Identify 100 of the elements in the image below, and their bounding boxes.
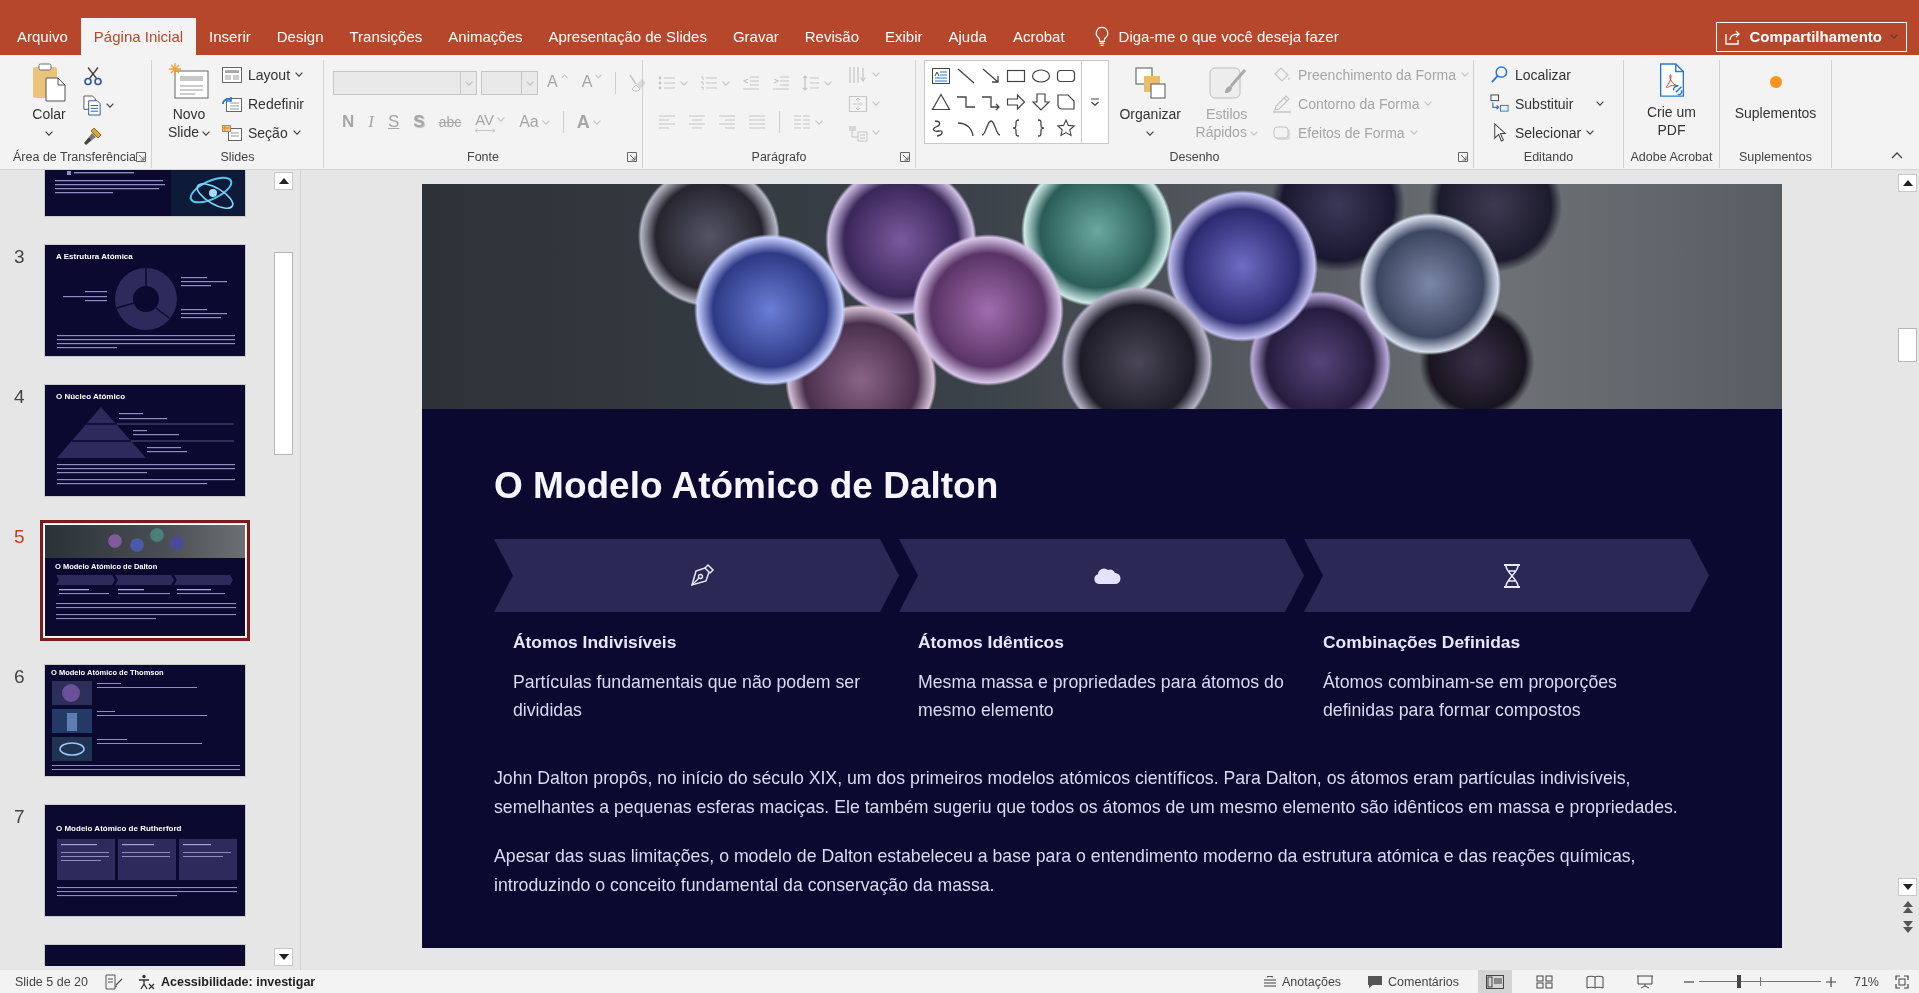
slide-thumbnail[interactable] (44, 170, 246, 217)
oval-icon[interactable] (1030, 67, 1051, 85)
shaded-box-icon (1272, 123, 1293, 142)
caret-up-icon[interactable] (1891, 152, 1903, 159)
indent-icon (772, 75, 790, 91)
dialog-launcher-icon[interactable] (1458, 152, 1468, 162)
slide-thumbnail[interactable]: A Estrutura Atómica (44, 244, 246, 357)
document-check-icon[interactable] (105, 973, 123, 990)
slide-number: 5 (14, 526, 25, 548)
caret-down-icon (1461, 72, 1469, 77)
view-button[interactable] (1477, 970, 1512, 993)
find-button[interactable]: Localizar (1486, 60, 1609, 89)
rounded-rectangle-icon[interactable] (1055, 67, 1076, 85)
flowchart-shape-icon[interactable] (1055, 93, 1076, 111)
paintbrush-icon (83, 125, 103, 146)
caret-down-icon (497, 117, 506, 122)
group-label: Slides (220, 150, 255, 164)
caret-down-icon (595, 74, 603, 79)
ribbon-tab[interactable]: Acrobat (999, 18, 1078, 55)
elbow-arrow-icon[interactable] (980, 93, 1001, 111)
caret-down-icon (680, 80, 688, 86)
select-button[interactable]: Selecionar (1486, 118, 1609, 147)
comments-button[interactable]: Comentários (1364, 971, 1462, 992)
lightbulb-icon (1093, 26, 1110, 47)
arrange-button[interactable]: Organizar (1113, 60, 1188, 135)
scroll-up-button[interactable] (274, 172, 293, 190)
section-icon (222, 124, 242, 141)
normal-view-icon (1485, 974, 1504, 989)
zoom-slider-thumb[interactable] (1737, 975, 1742, 988)
add-ins-button[interactable]: Suplementos (1732, 60, 1819, 122)
ribbon-tab[interactable]: Ajuda (935, 18, 1000, 55)
ribbon-tab[interactable]: Apresentação de Slides (535, 18, 720, 55)
triangle-icon[interactable] (930, 93, 951, 111)
slide-layout-icon (222, 66, 242, 83)
triangle-up-icon (278, 178, 289, 184)
ribbon-tab[interactable]: Arquivo (4, 18, 81, 55)
rectangle-icon[interactable] (1005, 67, 1026, 85)
ribbon-tab[interactable]: Exibir (872, 18, 936, 55)
tell-me-field[interactable]: Diga-me o que você deseja fazer (1118, 26, 1369, 47)
layout-button[interactable]: Layout (218, 60, 309, 89)
scrollbar-thumb[interactable] (274, 252, 293, 455)
pen-nib-icon (688, 562, 715, 589)
dialog-launcher-icon[interactable] (900, 152, 910, 162)
slide-thumbnail[interactable] (44, 944, 246, 966)
double-triangle-up-icon (1902, 901, 1913, 913)
numbered-list-icon (700, 75, 718, 91)
caret-down-icon (1249, 130, 1258, 136)
reset-button[interactable]: Redefinir (218, 89, 309, 118)
section-button[interactable]: Seção (218, 118, 309, 147)
more-caret-icon (1090, 98, 1100, 106)
ribbon-tab[interactable]: Design (263, 18, 337, 55)
paste-button[interactable]: Colar (22, 60, 76, 135)
scroll-up-button[interactable] (1898, 174, 1917, 192)
notes-button[interactable]: Anotações (1260, 971, 1345, 992)
ribbon-tab[interactable]: Gravar (719, 18, 792, 55)
slide-sparkle-icon (168, 62, 210, 102)
caret-down-icon (872, 101, 880, 106)
ribbon-tab[interactable]: Página Inicial (80, 18, 197, 55)
projector-screen-icon (1635, 974, 1654, 989)
caret-down-icon (824, 80, 832, 86)
replace-button[interactable]: Substituir (1486, 89, 1609, 118)
caret-down-icon (106, 103, 114, 108)
zoom-in-icon[interactable] (1825, 976, 1836, 987)
group-label: Parágrafo (751, 150, 807, 164)
block-arrow-down-icon[interactable] (1030, 93, 1051, 111)
line-icon[interactable] (955, 67, 976, 85)
fit-to-window-icon[interactable] (1895, 974, 1909, 989)
caret-down-icon (525, 80, 534, 86)
share-button[interactable]: Compartilhamento (1716, 21, 1907, 52)
slide-thumbnail[interactable]: O Núcleo Atómico (44, 384, 246, 497)
block-arrow-right-icon[interactable] (1005, 93, 1026, 111)
caret-down-icon (722, 80, 730, 86)
arc-icon[interactable] (955, 119, 976, 137)
eraser-icon (627, 73, 648, 93)
create-pdf-button[interactable]: Crie um PDF (1636, 60, 1707, 139)
slide-thumbnail[interactable]: O Modelo Atómico de Rutherford (44, 804, 246, 917)
caret-down-icon (1596, 101, 1605, 106)
accessibility-icon (138, 973, 156, 990)
cloud-icon (1091, 565, 1122, 586)
curve-icon[interactable] (980, 119, 1001, 137)
dialog-launcher-icon[interactable] (136, 152, 146, 162)
ribbon-tab[interactable]: Animações (435, 18, 536, 55)
star-icon[interactable] (1055, 119, 1076, 137)
ribbon-tab[interactable]: Inserir (196, 18, 264, 55)
elbow-connector-icon[interactable] (955, 93, 976, 111)
dialog-launcher-icon[interactable] (627, 152, 637, 162)
step-heading: Átomos Indivisíveis (513, 631, 678, 653)
body-paragraph: Apesar das suas limitações, o modelo de Dalton estabeleceu a base para o entendimento moderno da estrutura atómica e das reações químicas, introduzindo o conceito fundamental da conservação da massa. (494, 845, 1637, 897)
text-box-icon[interactable] (930, 67, 951, 85)
new-slide-button[interactable]: Novo Slide (160, 60, 218, 141)
ribbon-tab[interactable]: Revisão (791, 18, 872, 55)
caret-up-icon (560, 74, 568, 79)
scroll-down-button[interactable] (274, 948, 293, 966)
ribbon-tab[interactable]: Transições (336, 18, 436, 55)
group-label: Editando (1523, 150, 1574, 164)
scroll-down-button[interactable] (1898, 878, 1917, 896)
arrow-line-icon[interactable] (980, 67, 1001, 85)
accessibility-button[interactable]: Acessibilidade: investigar (135, 971, 319, 992)
clipboard-icon (31, 62, 67, 102)
scrollbar-thumb[interactable] (1898, 328, 1917, 362)
